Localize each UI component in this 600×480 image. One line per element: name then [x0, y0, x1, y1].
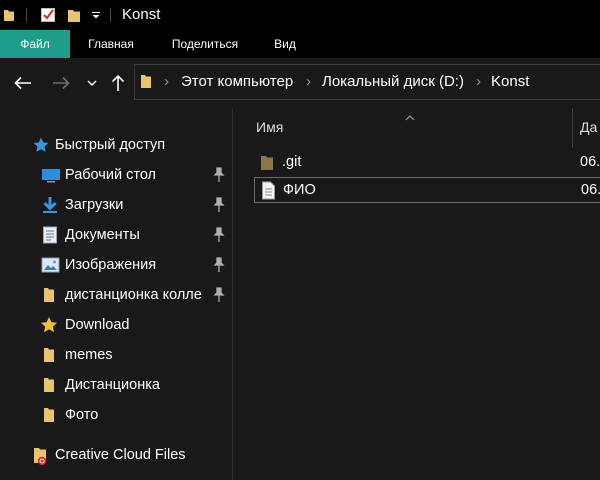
- tab-view[interactable]: Вид: [264, 30, 306, 58]
- sidebar-item-quick-access[interactable]: Быстрый доступ: [0, 130, 232, 160]
- folder-icon: [260, 153, 278, 172]
- column-header-name[interactable]: Имя: [256, 112, 283, 142]
- forward-arrow-icon[interactable]: [48, 58, 74, 108]
- recent-locations-chevron-icon[interactable]: [84, 58, 100, 108]
- folder-icon: [43, 406, 61, 424]
- breadcrumb-this-pc[interactable]: Этот компьютер: [181, 73, 293, 90]
- file-row-git[interactable]: .git 06.: [254, 150, 600, 176]
- breadcrumb-separator-icon[interactable]: ›: [306, 73, 311, 90]
- documents-icon: [42, 226, 60, 244]
- desktop-icon: [41, 166, 60, 184]
- sidebar-item-distance-college[interactable]: дистанционка колле: [0, 280, 232, 310]
- sidebar-item-label: дистанционка колле: [65, 287, 202, 303]
- pin-icon: [212, 227, 226, 243]
- pin-icon: [212, 197, 226, 213]
- folder-icon: [43, 286, 61, 304]
- sidebar-item-photo[interactable]: Фото: [0, 400, 232, 430]
- sort-ascending-icon: [405, 108, 415, 121]
- sidebar-item-pictures[interactable]: Изображения: [0, 250, 232, 280]
- window-title: Konst: [122, 6, 161, 23]
- folder-app-icon: [2, 0, 16, 30]
- pin-icon: [212, 257, 226, 273]
- ribbon-tabs: Файл Главная Поделиться Вид: [0, 30, 600, 58]
- breadcrumb-local-disk[interactable]: Локальный диск (D:): [322, 73, 464, 90]
- quick-access-star-icon: [32, 136, 50, 154]
- folder-icon: [43, 346, 61, 364]
- sidebar-item-label: memes: [65, 347, 113, 363]
- address-folder-icon: [140, 73, 154, 91]
- file-name: .git: [282, 154, 302, 170]
- sidebar-item-label: Изображения: [65, 257, 157, 273]
- sidebar-item-desktop[interactable]: Рабочий стол: [0, 160, 232, 190]
- pane-divider[interactable]: [232, 108, 233, 480]
- pin-icon: [212, 287, 226, 303]
- breadcrumb-konst[interactable]: Konst: [491, 73, 529, 90]
- new-folder-icon[interactable]: [64, 0, 84, 30]
- folder-icon: [43, 376, 61, 394]
- sidebar-item-label: Фото: [65, 407, 99, 423]
- tab-share[interactable]: Поделиться: [160, 30, 250, 58]
- sidebar-item-distance[interactable]: Дистанционка: [0, 370, 232, 400]
- sidebar-item-label: Creative Cloud Files: [55, 447, 186, 463]
- file-date: 06.: [580, 154, 600, 170]
- file-date: 06.: [581, 182, 600, 198]
- sidebar-item-downloads[interactable]: Загрузки: [0, 190, 232, 220]
- sidebar-item-download[interactable]: Download: [0, 310, 232, 340]
- creative-cloud-folder-icon: [32, 446, 52, 466]
- text-file-icon: [261, 181, 279, 200]
- downloads-icon: [41, 196, 59, 214]
- sidebar-item-label: Быстрый доступ: [55, 137, 166, 153]
- pictures-icon: [41, 256, 60, 274]
- sidebar-item-documents[interactable]: Документы: [0, 220, 232, 250]
- sidebar-item-label: Рабочий стол: [65, 167, 157, 183]
- back-arrow-icon[interactable]: [10, 58, 36, 108]
- sidebar-item-label: Download: [65, 317, 130, 333]
- customize-toolbar-icon[interactable]: [88, 0, 104, 30]
- file-row-fio[interactable]: ФИО 06.: [254, 177, 600, 203]
- up-arrow-icon[interactable]: [108, 58, 128, 108]
- sidebar-item-memes[interactable]: memes: [0, 340, 232, 370]
- sidebar-item-label: Дистанционка: [65, 377, 160, 393]
- title-bar: Konst: [0, 0, 600, 30]
- column-header-date[interactable]: Да: [580, 112, 597, 142]
- column-separator[interactable]: [572, 108, 573, 148]
- sidebar-item-creative-cloud[interactable]: Creative Cloud Files: [0, 440, 232, 470]
- file-name: ФИО: [283, 182, 316, 198]
- sidebar-item-label: Документы: [65, 227, 140, 243]
- breadcrumb-separator-icon[interactable]: ›: [476, 73, 481, 90]
- sidebar-item-label: Загрузки: [65, 197, 124, 213]
- properties-icon[interactable]: [38, 0, 58, 30]
- pin-icon: [212, 167, 226, 183]
- breadcrumb-separator-icon[interactable]: ›: [164, 73, 169, 90]
- tab-home[interactable]: Главная: [75, 30, 147, 58]
- star-folder-icon: [40, 316, 58, 334]
- tab-file[interactable]: Файл: [0, 30, 70, 58]
